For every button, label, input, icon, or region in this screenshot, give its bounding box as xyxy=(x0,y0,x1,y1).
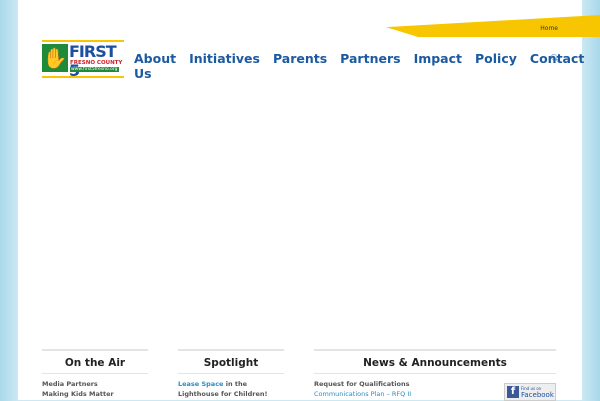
nav-initiatives[interactable]: Initiatives xyxy=(189,51,260,81)
on-air-widget: On the Air Media Partners Making Kids Mat… xyxy=(42,349,148,399)
logo-subtitle: FRESNO COUNTY xyxy=(70,60,123,66)
nav-about-us[interactable]: About Us xyxy=(134,51,176,81)
header-banner xyxy=(386,15,600,37)
spotlight-widget: Spotlight Lease Space in the Lighthouse … xyxy=(178,349,284,399)
lease-space-link[interactable]: Lease Space xyxy=(178,380,223,388)
nav-policy[interactable]: Policy xyxy=(475,51,517,81)
nav-impact[interactable]: Impact xyxy=(414,51,462,81)
search-icon[interactable]: 🔍︎ xyxy=(550,54,560,63)
facebook-button[interactable]: f Find us on Facebook xyxy=(504,383,556,401)
news-item: Request for Qualifications xyxy=(314,380,410,388)
logo[interactable]: ✋ FIRST 5 FRESNO COUNTY www.first5fresno… xyxy=(42,40,124,80)
facebook-icon: f xyxy=(507,386,519,398)
widget-title: Spotlight xyxy=(178,351,284,374)
page: Home ✋ FIRST 5 FRESNO COUNTY www.first5f… xyxy=(18,0,600,401)
news-link[interactable]: Communications Plan – RFQ II xyxy=(314,390,411,398)
breadcrumb-home[interactable]: Home xyxy=(540,25,558,32)
nav-partners[interactable]: Partners xyxy=(340,51,400,81)
facebook-big: Facebook xyxy=(521,390,554,399)
on-air-line: Making Kids Matter xyxy=(42,390,114,398)
main-nav: About Us Initiatives Parents Partners Im… xyxy=(134,51,584,81)
widget-title: On the Air xyxy=(42,351,148,374)
nav-parents[interactable]: Parents xyxy=(273,51,327,81)
logo-url: www.first5fresno.org xyxy=(70,67,119,72)
news-widget: News & Announcements Request for Qualifi… xyxy=(314,349,556,401)
widget-title: News & Announcements xyxy=(314,351,556,374)
hand-icon: ✋ xyxy=(42,44,68,72)
on-air-line: Media Partners xyxy=(42,380,98,388)
